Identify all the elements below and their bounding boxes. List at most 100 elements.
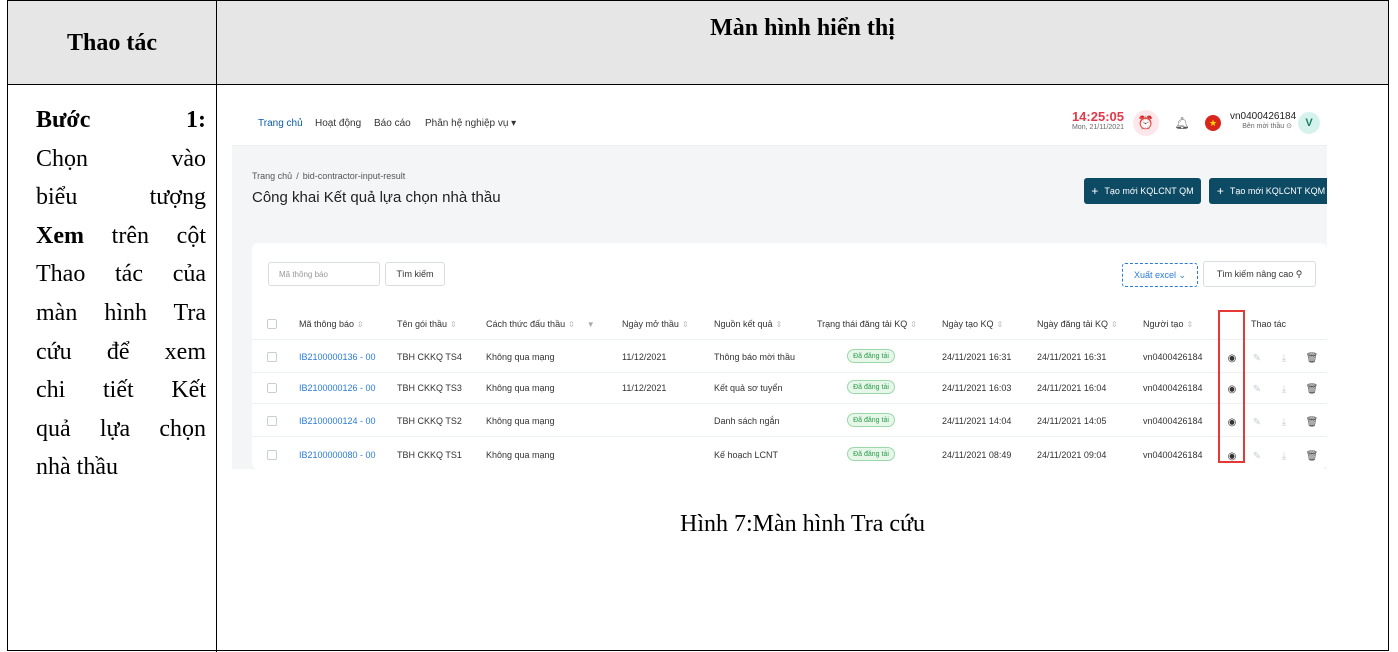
edit-icon[interactable]: ✎: [1251, 450, 1263, 462]
edit-icon[interactable]: ✎: [1251, 352, 1263, 364]
row-open-date: 11/12/2021: [622, 352, 667, 362]
row-published: 24/11/2021 16:04: [1037, 383, 1107, 393]
alarm-clock-icon[interactable]: ⏰: [1133, 110, 1159, 136]
row-checkbox[interactable]: [267, 450, 277, 460]
col-actions: Thao tác: [1251, 319, 1287, 329]
column-divider: [216, 1, 217, 652]
row-checkbox[interactable]: [267, 383, 277, 393]
breadcrumb-home[interactable]: Trang chủ: [252, 171, 292, 181]
row-published: 24/11/2021 09:04: [1037, 450, 1107, 460]
col-source[interactable]: Nguồn kết quả ⇳: [714, 319, 782, 329]
row-code-link[interactable]: IB2100000124 - 00: [299, 416, 376, 426]
bell-icon[interactable]: 🔔︎: [1173, 114, 1191, 132]
header-actions: Thao tác: [67, 29, 157, 56]
trash-icon[interactable]: 🗑︎: [1306, 383, 1319, 395]
col-published[interactable]: Ngày đăng tải KQ ⇳: [1037, 319, 1118, 329]
sort-icon: ⇳: [450, 320, 457, 329]
upload-icon[interactable]: ⤓: [1278, 383, 1290, 395]
row-method: Không qua mạng: [486, 416, 555, 426]
upload-icon[interactable]: ⤓: [1278, 416, 1290, 428]
col-code[interactable]: Mã thông báo ⇳: [299, 319, 364, 329]
row-published: 24/11/2021 14:05: [1037, 416, 1107, 426]
create-kqm-button[interactable]: + Tạo mới KQLCNT KQM: [1209, 178, 1327, 204]
step-description: Bước 1: Chọn vào biểu tượng Xem trên cột…: [36, 101, 206, 487]
step-line: màn hình Tra: [36, 299, 206, 326]
select-all-checkbox[interactable]: [267, 319, 277, 329]
step-line-bold: Xem trên cột: [36, 217, 206, 256]
row-name: TBH CKKQ TS1: [397, 450, 462, 460]
row-checkbox[interactable]: [267, 352, 277, 362]
app-screenshot: Trang chủ Hoạt động Báo cáo Phân hệ nghi…: [232, 102, 1327, 469]
row-method: Không qua mạng: [486, 383, 555, 393]
sort-icon: ⇳: [1111, 320, 1118, 329]
nav-reports[interactable]: Báo cáo: [374, 118, 411, 129]
col-open-date[interactable]: Ngày mở thầu ⇳: [622, 319, 689, 329]
step-line: Thao tác của: [36, 261, 206, 288]
row-creator: vn0400426184: [1143, 450, 1203, 460]
step-line: quả lựa chọn: [36, 415, 206, 442]
row-checkbox[interactable]: [267, 416, 277, 426]
row-method: Không qua mạng: [486, 352, 555, 362]
table-header-row: Thao tác Màn hình hiển thị: [8, 1, 1388, 85]
col-name[interactable]: Tên gói thầu ⇳: [397, 319, 457, 329]
col-status[interactable]: Trạng thái đăng tải KQ ⇳: [817, 319, 917, 329]
user-info[interactable]: vn0400426184 Bên mời thầu ⊙: [1230, 111, 1297, 130]
step-line: chi tiết Kết: [36, 377, 206, 404]
status-badge: Đã đăng tải: [847, 380, 895, 394]
step-line: nhà thầu: [36, 454, 118, 481]
search-input[interactable]: Mã thông báo: [268, 262, 380, 286]
row-created: 24/11/2021 08:49: [942, 450, 1012, 460]
sort-icon: ⇳: [996, 320, 1004, 329]
header-screen: Màn hình hiển thị: [710, 15, 895, 41]
col-method[interactable]: Cách thức đấu thầu ⇳ ▼: [486, 319, 595, 329]
user-name: vn0400426184: [1230, 111, 1297, 122]
row-divider: [252, 403, 1327, 404]
upload-icon[interactable]: ⤓: [1278, 450, 1290, 462]
export-excel-button[interactable]: Xuất excel ⌄: [1122, 263, 1198, 287]
row-divider: [252, 436, 1327, 437]
avatar[interactable]: V: [1298, 112, 1320, 134]
trash-icon[interactable]: 🗑︎: [1306, 416, 1319, 428]
sort-icon: ⇳: [681, 320, 689, 329]
row-code-link[interactable]: IB2100000126 - 00: [299, 383, 376, 393]
step-label: Bước 1:: [36, 107, 206, 133]
plus-icon: +: [1216, 184, 1224, 198]
edit-icon[interactable]: ✎: [1251, 416, 1263, 428]
row-creator: vn0400426184: [1143, 416, 1203, 426]
nav-modules[interactable]: Phân hệ nghiệp vụ ▾: [425, 118, 516, 129]
breadcrumb-current: bid-contractor-input-result: [302, 171, 406, 181]
create-kqm-label: Tạo mới KQLCNT KQM: [1229, 186, 1326, 196]
vietnam-flag-icon[interactable]: ★: [1205, 115, 1221, 131]
row-creator: vn0400426184: [1143, 352, 1203, 362]
search-button[interactable]: Tìm kiếm: [385, 262, 445, 286]
row-name: TBH CKKQ TS4: [397, 352, 462, 362]
breadcrumb-separator: /: [296, 171, 299, 181]
nav-activity[interactable]: Hoạt động: [315, 118, 361, 129]
nav-home[interactable]: Trang chủ: [258, 118, 303, 129]
trash-icon[interactable]: 🗑︎: [1306, 450, 1319, 462]
row-source: Danh sách ngắn: [714, 416, 780, 426]
step-line: cứu để xem: [36, 338, 206, 365]
row-code-link[interactable]: IB2100000080 - 00: [299, 450, 376, 460]
upload-icon[interactable]: ⤓: [1278, 352, 1290, 364]
trash-icon[interactable]: 🗑︎: [1306, 352, 1319, 364]
row-code-link[interactable]: IB2100000136 - 00: [299, 352, 376, 362]
clock-time: 14:25:05: [1071, 109, 1124, 124]
row-published: 24/11/2021 16:31: [1037, 352, 1107, 362]
create-qm-label: Tạo mới KQLCNT QM: [1104, 186, 1194, 196]
create-qm-button[interactable]: + Tạo mới KQLCNT QM: [1084, 178, 1201, 204]
sort-icon: ⇳: [357, 320, 364, 329]
row-creator: vn0400426184: [1143, 383, 1203, 393]
status-badge: Đã đăng tải: [847, 447, 895, 461]
breadcrumb: Trang chủ / bid-contractor-input-result: [252, 171, 409, 181]
view-column-highlight: [1218, 310, 1245, 463]
col-creator[interactable]: Người tạo ⇳: [1143, 319, 1193, 329]
edit-icon[interactable]: ✎: [1251, 383, 1263, 395]
plus-icon: +: [1091, 184, 1099, 198]
advanced-search-button[interactable]: Tìm kiếm nâng cao ⚲: [1203, 261, 1316, 287]
top-navbar: Trang chủ Hoạt động Báo cáo Phân hệ nghi…: [232, 102, 1327, 146]
sort-icon: ⇳: [568, 320, 575, 329]
row-created: 24/11/2021 16:03: [942, 383, 1012, 393]
col-created[interactable]: Ngày tạo KQ ⇳: [942, 319, 1003, 329]
row-open-date: 11/12/2021: [622, 383, 667, 393]
